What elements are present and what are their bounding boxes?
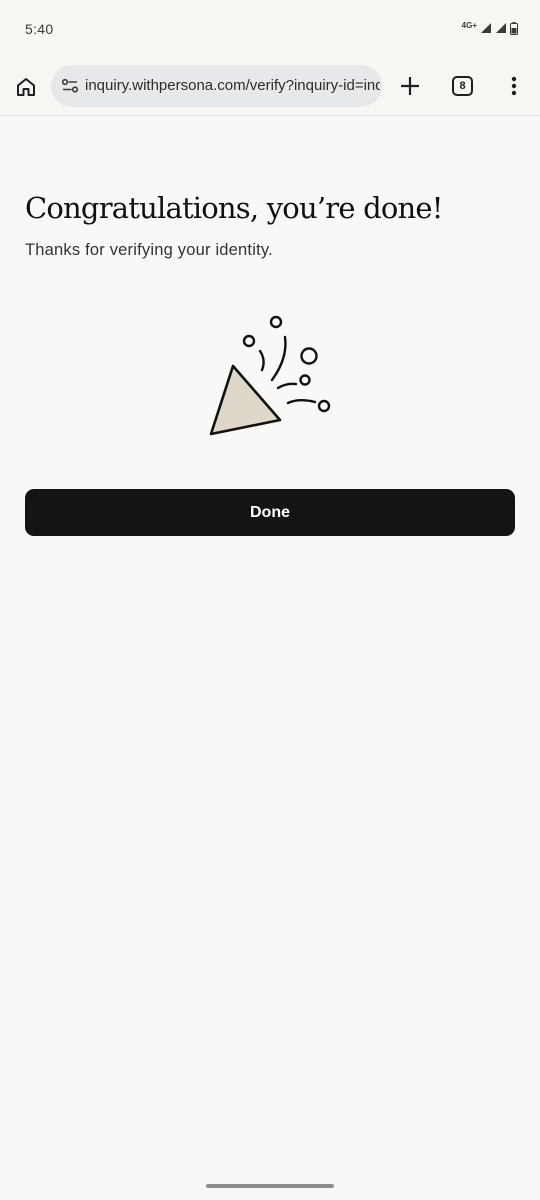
gesture-nav-bar[interactable]: [206, 1184, 334, 1188]
page-subtitle: Thanks for verifying your identity.: [25, 241, 273, 259]
tab-count: 8: [459, 80, 466, 92]
more-vert-icon[interactable]: [510, 75, 518, 97]
site-settings-icon[interactable]: [60, 76, 80, 96]
battery-icon: [510, 21, 518, 35]
status-time: 5:40: [25, 21, 54, 37]
status-icons: 4G+: [462, 20, 518, 36]
address-bar[interactable]: inquiry.withpersona.com/verify?inquiry-i…: [51, 65, 382, 107]
home-icon: [17, 78, 35, 96]
url-text[interactable]: inquiry.withpersona.com/verify?inquiry-i…: [85, 77, 380, 94]
cell-signal-icon: [481, 23, 491, 33]
cell-signal-secondary-icon: [496, 23, 506, 33]
page-title: Congratulations, you’re done!: [25, 191, 443, 225]
party-popper-icon: [209, 315, 331, 436]
plus-icon[interactable]: [399, 75, 421, 97]
home-button[interactable]: [13, 74, 39, 100]
status-bar: 5:40 4G+: [0, 0, 540, 58]
network-type-label: 4G+: [461, 21, 477, 30]
done-button[interactable]: Done: [25, 489, 515, 536]
browser-toolbar: inquiry.withpersona.com/verify?inquiry-i…: [0, 58, 540, 116]
tab-switcher-button[interactable]: 8: [452, 76, 473, 96]
